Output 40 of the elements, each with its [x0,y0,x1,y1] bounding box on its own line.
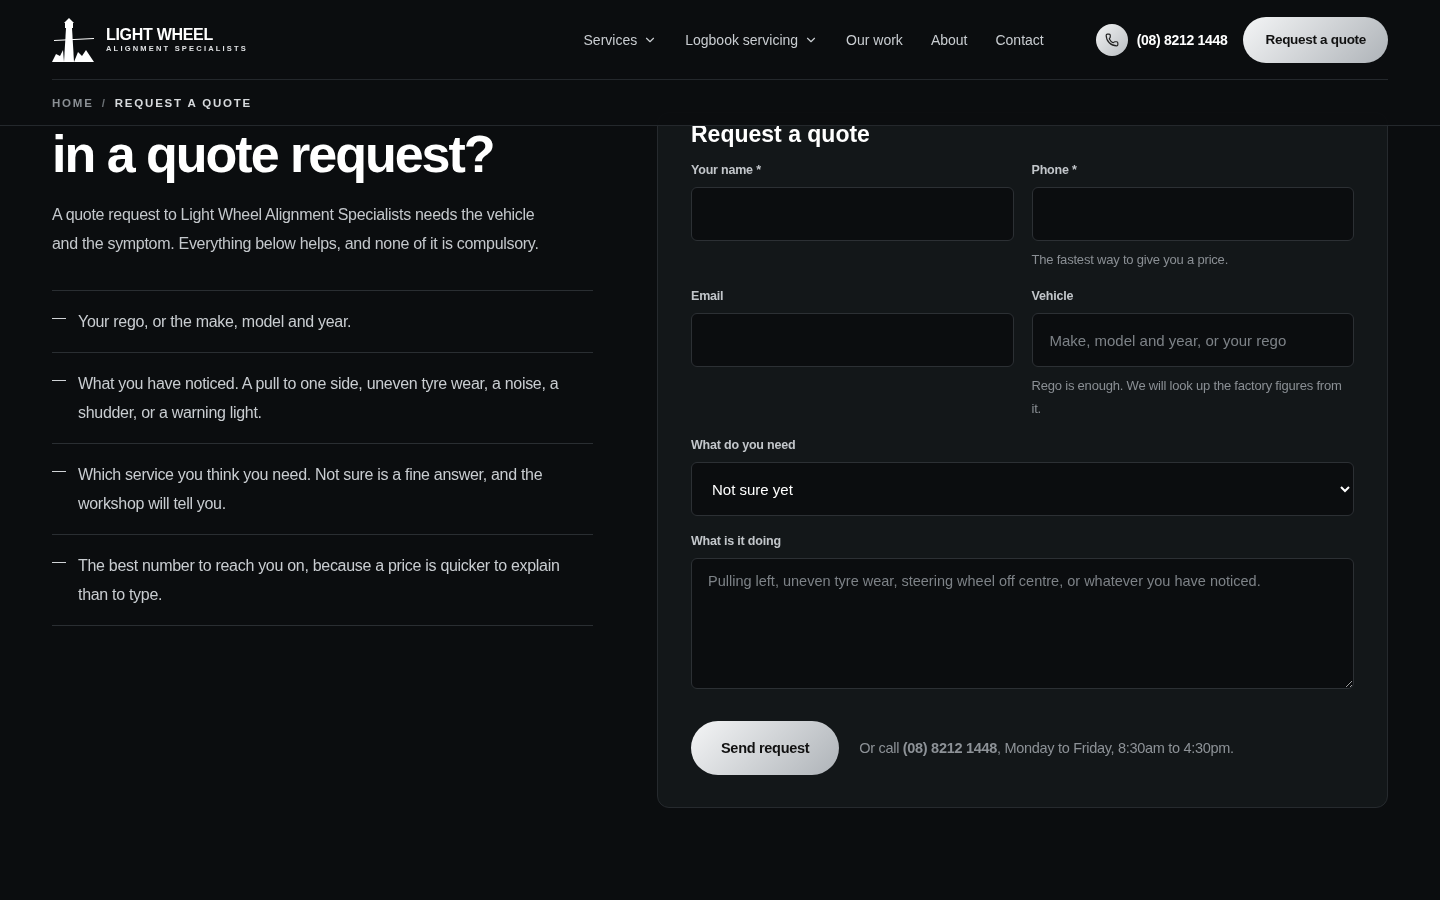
nav-link[interactable]: Contact [995,31,1044,48]
nav-link[interactable]: Services [583,31,658,48]
field-hint: The fastest way to give you a price. [1031,251,1230,269]
text-field[interactable] [691,187,1014,241]
checklist-item: The best number to reach you on, because a price is quicker to explain than to type. [78,556,561,605]
nav-link[interactable]: Our work [846,31,903,48]
field-label: What do you need [691,438,797,452]
checklist-item: What you have noticed. A pull to one side, uneven tyre wear, a noise, a shudder, or a warning light. [78,374,560,423]
nav-link[interactable]: Logbook servicing [685,31,819,48]
checklist-item: Which service you think you need. Not sure is a fine answer, and the workshop will tell you. [78,465,544,514]
field-label: Email [691,289,725,303]
nav-link[interactable]: About [930,31,968,48]
field-label: Your name * [691,163,762,177]
page-heading: in a quote request? [52,124,495,184]
text-field[interactable]: Make, model and year, or your rego [1031,313,1354,367]
service-select[interactable]: Not sure yet [691,462,1354,516]
breadcrumb-separator: / [101,96,107,109]
field-label: What is it doing [691,534,782,548]
phone-icon [1095,23,1128,56]
field-hint: Rego is enough. We will look up the factory figures from it. [1031,377,1343,418]
text-field[interactable] [691,313,1014,367]
text-field[interactable] [1031,187,1354,241]
dash-icon [52,318,66,319]
message-field[interactable]: Pulling left, uneven tyre wear, steering wheel off centre, or whatever you have noticed. [691,558,1354,689]
dash-icon [52,380,66,381]
brand-name: LIGHT WHEEL [106,26,214,44]
field-label: Vehicle [1031,289,1075,303]
form-title: Request a quote [691,120,871,149]
request-quote-button[interactable]: Request a quote [1243,16,1388,63]
breadcrumb-link[interactable]: HOME [52,96,94,109]
field-label: Phone * [1031,163,1078,177]
send-request-button[interactable]: Send request [691,721,840,775]
breadcrumb-link[interactable]: REQUEST A QUOTE [114,96,253,109]
dash-icon [52,562,66,563]
intro-paragraph: A quote request to Light Wheel Alignment Specialists needs the vehicle and the symptom. Everything below helps, and none of it is compulsory. [52,205,540,254]
call-note: Or call (08) 8212 1448, Monday to Friday, 8:30am to 4:30pm. [859,740,1234,756]
checklist-item: Your rego, or the make, model and year. [78,312,352,332]
phone-number[interactable]: (08) 8212 1448 [1136,31,1228,48]
lighthouse-logo-icon [52,17,96,62]
dash-icon [52,471,66,472]
